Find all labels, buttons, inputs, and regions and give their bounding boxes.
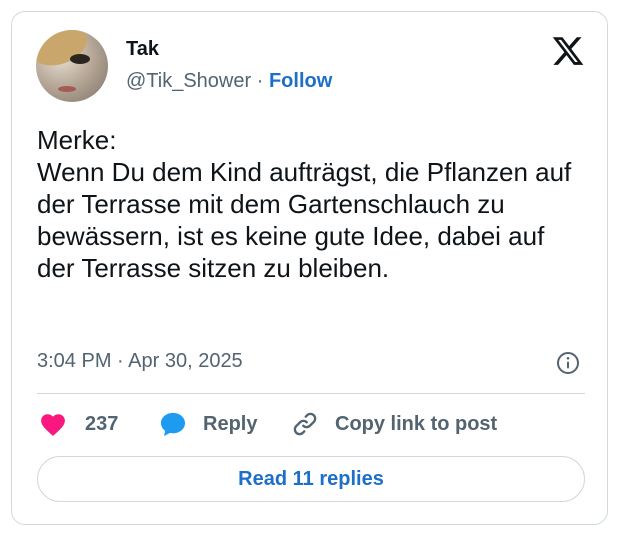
author-name[interactable]: Tak (126, 38, 159, 61)
copy-link-label: Copy link to post (335, 412, 498, 435)
heart-icon (41, 414, 65, 436)
like-button[interactable]: 237 (39, 408, 118, 440)
speech-bubble-icon (160, 412, 186, 437)
tweet-text: Merke: Wenn Du dem Kind aufträgst, die P… (37, 125, 572, 283)
link-icon (293, 412, 317, 436)
x-logo-icon[interactable] (551, 34, 585, 68)
author-handle[interactable]: @Tik_Shower (126, 70, 251, 92)
copy-link-button[interactable]: Copy link to post (291, 408, 497, 440)
read-replies-button[interactable]: Read 11 replies (37, 456, 585, 502)
avatar-lips (58, 86, 76, 92)
read-replies-label: Read 11 replies (238, 467, 384, 490)
avatar-eye (70, 54, 90, 64)
avatar-hair (36, 30, 93, 73)
reply-button[interactable]: Reply (159, 408, 257, 440)
tweet-timestamp[interactable]: 3:04 PM · Apr 30, 2025 (37, 350, 243, 373)
separator-dot: · (256, 70, 264, 92)
reply-label: Reply (203, 412, 258, 435)
follow-button[interactable]: Follow (269, 70, 332, 92)
author-handle-row: @Tik_Shower · Follow (126, 70, 332, 93)
info-icon[interactable] (556, 351, 580, 375)
avatar[interactable] (36, 30, 108, 102)
divider (37, 393, 585, 394)
tweet-card: Tak @Tik_Shower · Follow Merke: Wenn Du … (11, 11, 608, 525)
action-bar: 237 Reply Copy link to post (37, 408, 585, 440)
like-count: 237 (85, 412, 119, 435)
